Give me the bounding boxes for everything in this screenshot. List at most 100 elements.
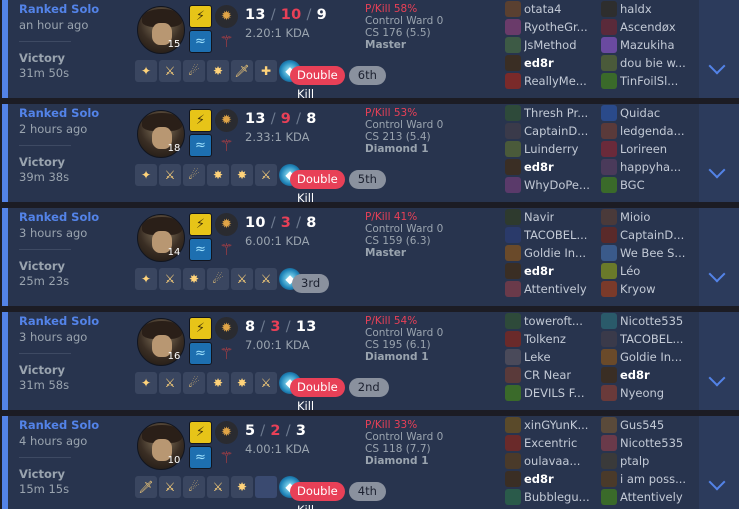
- player-name[interactable]: Bubblegu...: [524, 489, 590, 505]
- player-champion-icon[interactable]: [601, 209, 617, 225]
- player-name[interactable]: Goldie In...: [620, 349, 682, 365]
- player-name[interactable]: ReallyMe...: [524, 73, 587, 89]
- player-champion-icon[interactable]: [505, 385, 521, 401]
- item-icon[interactable]: ✸: [183, 268, 205, 290]
- player-row[interactable]: Mioio: [601, 208, 697, 226]
- player-name[interactable]: Attentively: [524, 281, 587, 297]
- player-name[interactable]: CR Near: [524, 367, 571, 383]
- player-name[interactable]: Kryow: [620, 281, 656, 297]
- player-champion-icon[interactable]: [505, 177, 521, 193]
- player-row[interactable]: CaptainD...: [601, 226, 697, 244]
- item-icon[interactable]: 🗡: [231, 60, 253, 82]
- player-champion-icon[interactable]: [601, 73, 617, 89]
- player-row[interactable]: TinFoilSl...: [601, 72, 697, 90]
- player-row[interactable]: ed8r: [505, 54, 601, 72]
- player-name[interactable]: Luinderry: [524, 141, 578, 157]
- item-icon[interactable]: ☄: [183, 60, 205, 82]
- match-card[interactable]: Ranked Solo an hour ago Victory 31m 50s 15 ⚡ ≈…: [2, 0, 739, 98]
- player-row[interactable]: otata4: [505, 0, 601, 18]
- player-name[interactable]: Quidac: [620, 105, 660, 121]
- player-row[interactable]: Attentively: [601, 488, 697, 506]
- player-champion-icon[interactable]: [601, 19, 617, 35]
- player-row[interactable]: Tolkenz: [505, 330, 601, 348]
- player-name[interactable]: WhyDoPe...: [524, 177, 590, 193]
- player-name[interactable]: Léo: [620, 263, 640, 279]
- player-champion-icon[interactable]: [505, 367, 521, 383]
- player-champion-icon[interactable]: [505, 471, 521, 487]
- item-icon[interactable]: ✸: [231, 164, 253, 186]
- player-name[interactable]: Ascendøx: [620, 19, 676, 35]
- player-name[interactable]: otata4: [524, 1, 561, 17]
- player-row[interactable]: xinGYunK...: [505, 416, 601, 434]
- match-card[interactable]: Ranked Solo 2 hours ago Victory 39m 38s 18 ⚡ ≈…: [2, 104, 739, 202]
- ghost-spell-icon[interactable]: ≈: [189, 446, 212, 469]
- player-name[interactable]: Mioio: [620, 209, 650, 225]
- player-champion-icon[interactable]: [505, 313, 521, 329]
- player-champion-icon[interactable]: [601, 177, 617, 193]
- ghost-spell-icon[interactable]: ≈: [189, 238, 212, 261]
- player-name[interactable]: happyha...: [620, 159, 681, 175]
- item-icon[interactable]: ✸: [207, 164, 229, 186]
- secondary-rune-icon[interactable]: ⚚: [215, 446, 238, 469]
- player-champion-icon[interactable]: [601, 367, 617, 383]
- player-name[interactable]: Attentively: [620, 489, 683, 505]
- player-row[interactable]: haldx: [601, 0, 697, 18]
- player-row[interactable]: Navir: [505, 208, 601, 226]
- player-champion-icon[interactable]: [505, 1, 521, 17]
- player-row[interactable]: Mazukiha: [601, 36, 697, 54]
- player-row[interactable]: oulavaa...: [505, 452, 601, 470]
- player-name[interactable]: Lorireen: [620, 141, 667, 157]
- player-champion-icon[interactable]: [505, 489, 521, 505]
- player-champion-icon[interactable]: [505, 19, 521, 35]
- player-champion-icon[interactable]: [601, 385, 617, 401]
- player-champion-icon[interactable]: [505, 159, 521, 175]
- item-icon[interactable]: ✸: [207, 60, 229, 82]
- expand-button[interactable]: [699, 104, 739, 202]
- player-row[interactable]: RyotheGr...: [505, 18, 601, 36]
- item-icon[interactable]: ☄: [207, 268, 229, 290]
- item-icon[interactable]: ⚔: [255, 268, 277, 290]
- player-champion-icon[interactable]: [601, 331, 617, 347]
- item-icon[interactable]: ☄: [183, 476, 205, 498]
- player-name[interactable]: Nicotte535: [620, 435, 683, 451]
- expand-button[interactable]: [699, 208, 739, 306]
- player-champion-icon[interactable]: [601, 313, 617, 329]
- player-row[interactable]: Nyeong: [601, 384, 697, 402]
- player-row[interactable]: Attentively: [505, 280, 601, 298]
- keystone-rune-icon[interactable]: ✹: [215, 109, 238, 132]
- item-icon[interactable]: ⚔: [207, 476, 229, 498]
- player-name[interactable]: CaptainD...: [524, 123, 588, 139]
- player-row[interactable]: ed8r: [505, 262, 601, 280]
- player-row[interactable]: TACOBEL...: [505, 226, 601, 244]
- expand-button[interactable]: [699, 416, 739, 509]
- player-name[interactable]: ed8r: [524, 263, 554, 279]
- item-icon[interactable]: ✦: [135, 60, 157, 82]
- flash-spell-icon[interactable]: ⚡: [189, 421, 212, 444]
- player-champion-icon[interactable]: [601, 123, 617, 139]
- player-row[interactable]: TACOBEL...: [601, 330, 697, 348]
- player-row[interactable]: Bubblegu...: [505, 488, 601, 506]
- item-icon[interactable]: ☄: [183, 372, 205, 394]
- player-name[interactable]: TACOBEL...: [620, 331, 683, 347]
- player-champion-icon[interactable]: [601, 453, 617, 469]
- player-row[interactable]: BGC: [601, 176, 697, 194]
- player-name[interactable]: TinFoilSl...: [620, 73, 678, 89]
- match-card[interactable]: Ranked Solo 3 hours ago Victory 25m 23s 14 ⚡ ≈…: [2, 208, 739, 306]
- player-champion-icon[interactable]: [601, 245, 617, 261]
- player-champion-icon[interactable]: [601, 349, 617, 365]
- item-icon[interactable]: ✦: [135, 372, 157, 394]
- item-icon[interactable]: ✦: [135, 268, 157, 290]
- player-row[interactable]: Quidac: [601, 104, 697, 122]
- player-champion-icon[interactable]: [505, 37, 521, 53]
- secondary-rune-icon[interactable]: ⚚: [215, 238, 238, 261]
- player-row[interactable]: WhyDoPe...: [505, 176, 601, 194]
- player-row[interactable]: ptalp: [601, 452, 697, 470]
- player-name[interactable]: DEVILS F...: [524, 385, 584, 401]
- chevron-down-icon[interactable]: [708, 57, 726, 75]
- player-row[interactable]: Nicotte535: [601, 312, 697, 330]
- chevron-down-icon[interactable]: [708, 265, 726, 283]
- player-champion-icon[interactable]: [601, 141, 617, 157]
- player-name[interactable]: xinGYunK...: [524, 417, 588, 433]
- player-champion-icon[interactable]: [601, 417, 617, 433]
- player-champion-icon[interactable]: [601, 489, 617, 505]
